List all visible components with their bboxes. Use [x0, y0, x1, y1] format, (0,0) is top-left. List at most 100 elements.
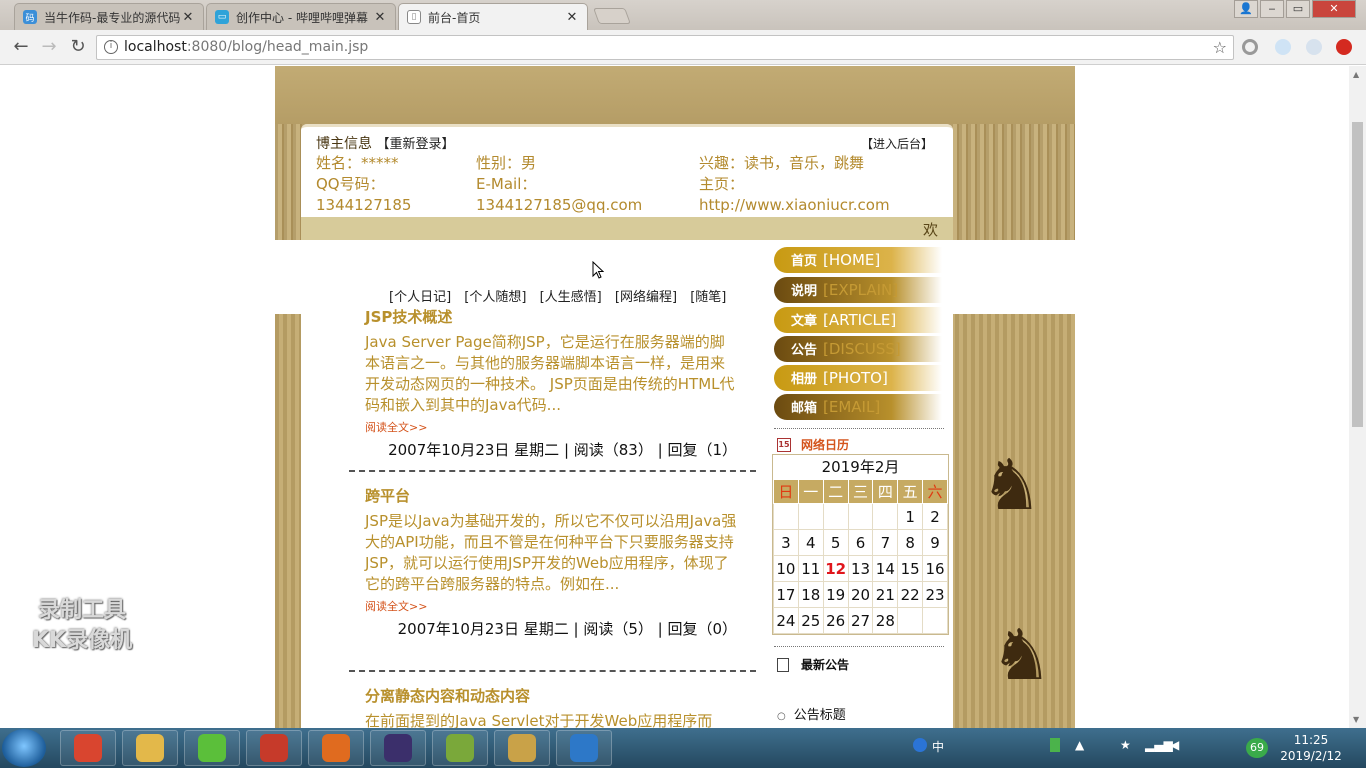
calendar-day[interactable]: 5	[822, 529, 849, 556]
forward-button[interactable]: →	[37, 36, 61, 58]
watermark-line2: KK录像机	[32, 628, 133, 653]
calendar-day[interactable]: 24	[773, 607, 799, 634]
address-bar[interactable]: i localhost:8080/blog/head_main.jsp ☆	[96, 35, 1234, 60]
ime-indicator[interactable]: 中	[932, 738, 944, 755]
calendar-day[interactable]: 23	[922, 581, 948, 608]
close-icon[interactable]: ✕	[373, 10, 387, 25]
close-window-button[interactable]: ✕	[1312, 0, 1356, 18]
bookmark-star-icon[interactable]: ☆	[1213, 36, 1227, 59]
calendar-day[interactable]: 2	[922, 503, 948, 530]
calendar-month: 2019年2月	[821, 458, 900, 476]
vertical-scrollbar[interactable]: ▲ ▼	[1349, 66, 1366, 728]
info-icon[interactable]: i	[104, 40, 118, 54]
qq-value: 1344127185	[316, 196, 412, 214]
calendar-day[interactable]: 4	[797, 529, 824, 556]
category-link[interactable]: [随笔]	[690, 290, 726, 305]
menu-item-explain[interactable]: 说明 [EXPLAIN]	[774, 277, 942, 303]
calendar-day[interactable]: 25	[797, 607, 824, 634]
calendar-day[interactable]: 19	[822, 581, 849, 608]
extension-circle-icon[interactable]	[1242, 39, 1258, 55]
close-icon[interactable]: ✕	[181, 10, 195, 25]
scroll-thumb[interactable]	[1352, 122, 1363, 427]
notice-icon	[777, 657, 789, 672]
battery-icon[interactable]	[1050, 738, 1060, 752]
read-more-link[interactable]: 阅读全文>>	[365, 598, 737, 614]
system-clock[interactable]: 11:25 2019/2/12	[1280, 732, 1342, 764]
network-icon[interactable]: ▂▄▆	[1145, 738, 1173, 752]
notepad-icon	[446, 734, 474, 762]
taskbar-app-chrome[interactable]	[60, 730, 116, 766]
web-page: ♞ ♞ 博主信息 【重新登录】 【进入后台】 姓名：***** QQ号码： 13…	[0, 66, 1366, 728]
calendar-day[interactable]: 6	[847, 529, 874, 556]
calendar-day[interactable]: 16	[922, 555, 948, 582]
post-title[interactable]: 跨平台	[365, 485, 737, 506]
notice-item[interactable]: 公告标题	[777, 704, 846, 723]
taskbar-app-tools[interactable]	[494, 730, 550, 766]
minimize-button[interactable]: ‒	[1260, 0, 1284, 18]
calendar-day[interactable]: 27	[847, 607, 874, 634]
taskbar-app-recorder[interactable]	[308, 730, 364, 766]
search-tray-icon[interactable]	[913, 738, 927, 752]
category-link[interactable]: [个人随想]	[464, 290, 526, 305]
reload-button[interactable]: ↻	[66, 36, 90, 58]
taskbar-app-green-app[interactable]	[184, 730, 240, 766]
taskbar-app-notepad[interactable]	[432, 730, 488, 766]
calendar-day[interactable]: 26	[822, 607, 849, 634]
calendar-day[interactable]: 15	[897, 555, 924, 582]
start-button[interactable]	[2, 729, 46, 767]
scroll-down-icon[interactable]: ▼	[1353, 715, 1359, 724]
calendar-day[interactable]: 20	[847, 581, 874, 608]
new-tab-button[interactable]	[593, 8, 631, 24]
calendar-day[interactable]: 11	[797, 555, 824, 582]
volume-icon[interactable]: ◀	[1170, 738, 1179, 752]
scroll-up-icon[interactable]: ▲	[1353, 70, 1359, 79]
admin-link[interactable]: 【进入后台】	[861, 135, 933, 152]
calendar-day[interactable]: 28	[872, 607, 899, 634]
show-hidden-icon[interactable]: ▲	[1075, 738, 1084, 752]
taskbar-app-editor[interactable]	[556, 730, 612, 766]
menu-item-home[interactable]: 首页 [HOME]	[774, 247, 942, 273]
maximize-button[interactable]: ▭	[1286, 0, 1310, 18]
security-badge[interactable]: 69	[1246, 738, 1268, 758]
extension-cloud2-icon[interactable]	[1306, 39, 1322, 55]
calendar-day[interactable]: 21	[872, 581, 899, 608]
back-button[interactable]: ←	[9, 36, 33, 58]
calendar-day[interactable]: 12	[822, 555, 849, 582]
category-link[interactable]: [网络编程]	[615, 290, 677, 305]
taskbar-app-explorer[interactable]	[122, 730, 178, 766]
calendar-day[interactable]: 3	[773, 529, 799, 556]
calendar-day[interactable]: 8	[897, 529, 924, 556]
close-icon[interactable]: ✕	[565, 10, 579, 25]
star-tray-icon[interactable]: ★	[1120, 738, 1131, 752]
category-link[interactable]: [个人日记]	[389, 290, 451, 305]
calendar-day[interactable]: 13	[847, 555, 874, 582]
extension-cloud-icon[interactable]	[1275, 39, 1291, 55]
menu-item-discuss[interactable]: 公告 [DISCUSS]	[774, 336, 942, 362]
tab-dangniu[interactable]: 码 当牛作码-最专业的源代码 ✕	[14, 3, 204, 30]
calendar-day[interactable]: 17	[773, 581, 799, 608]
calendar-day[interactable]: 14	[872, 555, 899, 582]
calendar-day[interactable]: 10	[773, 555, 799, 582]
extension-red-icon[interactable]	[1336, 39, 1352, 55]
calendar-day[interactable]: 1	[897, 503, 924, 530]
tab-bilibili[interactable]: ▭ 创作中心 - 哔哩哔哩弹幕 ✕	[206, 3, 396, 30]
homepage-value[interactable]: http://www.xiaoniucr.com	[699, 195, 890, 216]
post-title[interactable]: 分离静态内容和动态内容	[365, 685, 737, 706]
calendar-day[interactable]: 9	[922, 529, 948, 556]
taskbar-app-paint-app[interactable]	[246, 730, 302, 766]
read-more-link[interactable]: 阅读全文>>	[365, 419, 737, 435]
menu-item-article[interactable]: 文章 [ARTICLE]	[774, 307, 942, 333]
menu-item-photo[interactable]: 相册 [PHOTO]	[774, 365, 942, 391]
category-link[interactable]: [人生感悟]	[540, 290, 602, 305]
tab-home[interactable]: ▯ 前台-首页 ✕	[398, 3, 588, 30]
calendar-day[interactable]: 18	[797, 581, 824, 608]
taskbar-app-javaee-ide[interactable]	[370, 730, 426, 766]
user-button[interactable]: 👤	[1234, 0, 1258, 18]
calendar-widget: 2019年2月 日一二三四五六 1 2 3 4 5 6 7 8 9 10 11 12 13 14 15 16 1…	[772, 454, 949, 635]
menu-item-email[interactable]: 邮箱 [EMAIL]	[774, 394, 942, 420]
relogin-link[interactable]: 【重新登录】	[376, 137, 454, 152]
post-title[interactable]: JSP技术概述	[365, 306, 737, 327]
calendar-week-row: 12	[773, 503, 948, 530]
calendar-day[interactable]: 22	[897, 581, 924, 608]
calendar-day[interactable]: 7	[872, 529, 899, 556]
